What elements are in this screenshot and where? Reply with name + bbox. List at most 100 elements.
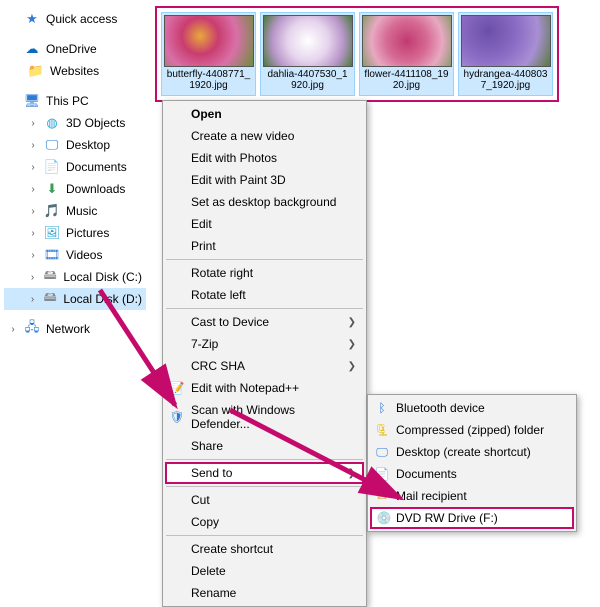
thumbnail-image bbox=[461, 15, 551, 67]
file-item[interactable]: flower-4411108_1920.jpg bbox=[359, 12, 454, 96]
label: Create a new video bbox=[191, 129, 294, 143]
network-item[interactable]: › 🖧 Network bbox=[4, 318, 146, 340]
star-icon: ★ bbox=[24, 11, 40, 27]
menu-rotate-right[interactable]: Rotate right bbox=[165, 262, 364, 284]
3d-objects-item[interactable]: › ◍ 3D Objects bbox=[4, 112, 146, 134]
menu-7zip[interactable]: 7-Zip ❯ bbox=[165, 333, 364, 355]
submenu-mail[interactable]: ✉Mail recipient bbox=[370, 485, 574, 507]
local-disk-d-item[interactable]: › 🖴 Local Disk (D:) bbox=[4, 288, 146, 310]
selected-files: butterfly-4408771_1920.jpg dahlia-440753… bbox=[155, 6, 559, 102]
menu-create-video[interactable]: Create a new video bbox=[165, 125, 364, 147]
separator bbox=[166, 486, 363, 487]
label: Edit with Photos bbox=[191, 151, 277, 165]
menu-notepad[interactable]: 📝Edit with Notepad++ bbox=[165, 377, 364, 399]
file-item[interactable]: hydrangea-440803 7_1920.jpg bbox=[458, 12, 553, 96]
label: 7-Zip bbox=[191, 337, 218, 351]
thumbnail-image bbox=[362, 15, 452, 67]
label: Documents bbox=[396, 467, 457, 481]
chevron-right-icon: › bbox=[8, 324, 18, 335]
submenu-dvd-drive[interactable]: 💿DVD RW Drive (F:) bbox=[370, 507, 574, 529]
label: This PC bbox=[46, 94, 89, 108]
menu-edit-photos[interactable]: Edit with Photos bbox=[165, 147, 364, 169]
menu-crc-sha[interactable]: CRC SHA❯ bbox=[165, 355, 364, 377]
menu-edit[interactable]: Edit bbox=[165, 213, 364, 235]
label: Desktop (create shortcut) bbox=[396, 445, 531, 459]
file-item[interactable]: dahlia-4407530_1920.jpg bbox=[260, 12, 355, 96]
label: Quick access bbox=[46, 12, 117, 26]
pc-icon: 🖥 bbox=[24, 93, 40, 109]
bluetooth-icon: ᛒ bbox=[374, 400, 390, 416]
label: Scan with Windows Defender... bbox=[191, 403, 356, 431]
label: Print bbox=[191, 239, 216, 253]
menu-open[interactable]: Open bbox=[165, 103, 364, 125]
menu-share[interactable]: Share bbox=[165, 435, 364, 457]
music-item[interactable]: › 🎵 Music bbox=[4, 200, 146, 222]
chevron-right-icon: › bbox=[28, 272, 37, 283]
menu-cast[interactable]: Cast to Device❯ bbox=[165, 311, 364, 333]
documents-item[interactable]: › 📄 Documents bbox=[4, 156, 146, 178]
label: 3D Objects bbox=[66, 116, 125, 130]
quick-access-item[interactable]: ★ Quick access bbox=[4, 8, 146, 30]
chevron-right-icon: ❯ bbox=[348, 339, 356, 350]
label: Downloads bbox=[66, 182, 125, 196]
documents-icon: 📄 bbox=[44, 159, 60, 175]
menu-set-background[interactable]: Set as desktop background bbox=[165, 191, 364, 213]
label: Delete bbox=[191, 564, 226, 578]
label: Send to bbox=[191, 466, 232, 480]
this-pc-item[interactable]: 🖥 This PC bbox=[4, 90, 146, 112]
menu-rename[interactable]: Rename bbox=[165, 582, 364, 604]
download-icon: ⬇ bbox=[44, 181, 60, 197]
label: Edit with Notepad++ bbox=[191, 381, 299, 395]
menu-copy[interactable]: Copy bbox=[165, 511, 364, 533]
separator bbox=[166, 259, 363, 260]
label: Local Disk (D:) bbox=[63, 292, 142, 306]
submenu-bluetooth[interactable]: ᛒ Bluetooth device bbox=[370, 397, 574, 419]
thumbnail-image bbox=[263, 15, 353, 67]
chevron-right-icon: › bbox=[28, 206, 38, 217]
menu-rotate-left[interactable]: Rotate left bbox=[165, 284, 364, 306]
downloads-item[interactable]: › ⬇ Downloads bbox=[4, 178, 146, 200]
desktop-item[interactable]: › 🖵 Desktop bbox=[4, 134, 146, 156]
drive-icon: 🖴 bbox=[43, 269, 57, 285]
cloud-icon: ☁ bbox=[24, 41, 40, 57]
chevron-right-icon: ❯ bbox=[348, 468, 356, 479]
desktop-icon: 🖵 bbox=[44, 137, 60, 153]
local-disk-c-item[interactable]: › 🖴 Local Disk (C:) bbox=[4, 266, 146, 288]
filename: dahlia-4407530_1920.jpg bbox=[263, 67, 352, 93]
music-icon: 🎵 bbox=[44, 203, 60, 219]
videos-item[interactable]: › 🎞 Videos bbox=[4, 244, 146, 266]
websites-item[interactable]: 📁 Websites bbox=[4, 60, 146, 82]
onedrive-item[interactable]: ☁ OneDrive bbox=[4, 38, 146, 60]
separator bbox=[166, 308, 363, 309]
menu-create-shortcut[interactable]: Create shortcut bbox=[165, 538, 364, 560]
label: Mail recipient bbox=[396, 489, 467, 503]
chevron-right-icon: › bbox=[28, 118, 38, 129]
folder-icon: 📁 bbox=[28, 63, 44, 79]
chevron-right-icon: › bbox=[28, 162, 38, 173]
label: Open bbox=[191, 107, 222, 121]
chevron-right-icon: › bbox=[28, 228, 38, 239]
chevron-right-icon: › bbox=[28, 294, 37, 305]
pictures-icon: 🖼 bbox=[44, 225, 60, 241]
file-item[interactable]: butterfly-4408771_1920.jpg bbox=[161, 12, 256, 96]
menu-cut[interactable]: Cut bbox=[165, 489, 364, 511]
submenu-compressed[interactable]: 🗜 Compressed (zipped) folder bbox=[370, 419, 574, 441]
menu-defender[interactable]: 🛡Scan with Windows Defender... bbox=[165, 399, 364, 435]
chevron-right-icon: ❯ bbox=[348, 317, 356, 328]
chevron-right-icon: › bbox=[28, 140, 38, 151]
label: Edit bbox=[191, 217, 212, 231]
label: Compressed (zipped) folder bbox=[396, 423, 544, 437]
chevron-right-icon: ❯ bbox=[348, 361, 356, 372]
zip-folder-icon: 🗜 bbox=[374, 422, 390, 438]
menu-edit-paint3d[interactable]: Edit with Paint 3D bbox=[165, 169, 364, 191]
menu-print[interactable]: Print bbox=[165, 235, 364, 257]
filename: flower-4411108_1920.jpg bbox=[362, 67, 451, 93]
label: Set as desktop background bbox=[191, 195, 336, 209]
menu-send-to[interactable]: Send to ❯ bbox=[165, 462, 364, 484]
submenu-documents[interactable]: 📄Documents bbox=[370, 463, 574, 485]
menu-delete[interactable]: Delete bbox=[165, 560, 364, 582]
label: Bluetooth device bbox=[396, 401, 485, 415]
pictures-item[interactable]: › 🖼 Pictures bbox=[4, 222, 146, 244]
label: Desktop bbox=[66, 138, 110, 152]
submenu-desktop-shortcut[interactable]: 🖵Desktop (create shortcut) bbox=[370, 441, 574, 463]
